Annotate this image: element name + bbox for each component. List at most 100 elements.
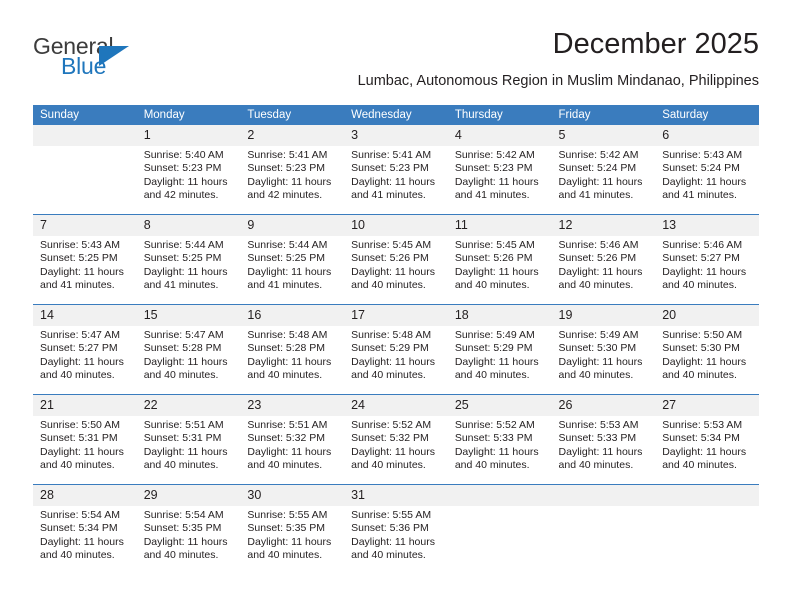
day-cell[interactable]: 10 Sunrise: 5:45 AM Sunset: 5:26 PM Dayl…	[344, 214, 448, 305]
sunrise-text: Sunrise: 5:51 AM	[143, 419, 224, 431]
daylight-text-line1: Daylight: 11 hours	[454, 355, 539, 368]
day-cell[interactable]: 30 Sunrise: 5:55 AM Sunset: 5:35 PM Dayl…	[240, 484, 345, 574]
day-info: Sunrise: 5:48 AM Sunset: 5:28 PM Dayligh…	[240, 326, 344, 383]
calendar-week-row: 21 Sunrise: 5:50 AM Sunset: 5:31 PM Dayl…	[33, 394, 759, 485]
daylight-text-line2: and 40 minutes.	[351, 459, 426, 472]
daylight-text-line1: Daylight: 11 hours	[247, 265, 332, 278]
daylight-text-line2: and 40 minutes.	[351, 279, 426, 292]
sunrise-text: Sunrise: 5:42 AM	[454, 149, 535, 161]
sunset-text: Sunset: 5:32 PM	[351, 432, 429, 445]
general-blue-logo[interactable]: General Blue	[33, 33, 213, 83]
day-cell[interactable]: 9 Sunrise: 5:44 AM Sunset: 5:25 PM Dayli…	[240, 214, 345, 305]
sunrise-text: Sunrise: 5:41 AM	[247, 149, 328, 161]
sunset-text: Sunset: 5:23 PM	[143, 162, 222, 175]
daylight-text-line2: and 40 minutes.	[247, 369, 323, 382]
day-info: Sunrise: 5:52 AM Sunset: 5:33 PM Dayligh…	[448, 416, 552, 473]
page-subtitle: Lumbac, Autonomous Region in Muslim Mind…	[357, 73, 759, 89]
day-info: Sunrise: 5:52 AM Sunset: 5:32 PM Dayligh…	[344, 416, 448, 473]
day-cell[interactable]: 4 Sunrise: 5:42 AM Sunset: 5:23 PM Dayli…	[447, 125, 552, 215]
daylight-text-line2: and 41 minutes.	[454, 189, 530, 202]
daylight-text-line1: Daylight: 11 hours	[351, 265, 435, 278]
day-cell[interactable]: 20 Sunrise: 5:50 AM Sunset: 5:30 PM Dayl…	[655, 304, 759, 395]
day-cell[interactable]: 27 Sunrise: 5:53 AM Sunset: 5:34 PM Dayl…	[655, 394, 759, 485]
day-number: 26	[551, 395, 656, 416]
day-info: Sunrise: 5:46 AM Sunset: 5:26 PM Dayligh…	[552, 236, 656, 293]
day-number: 15	[136, 305, 241, 326]
calendar-week-row: 1 Sunrise: 5:40 AM Sunset: 5:23 PM Dayli…	[33, 125, 759, 215]
daylight-text-line1: Daylight: 11 hours	[247, 175, 332, 188]
day-cell[interactable]	[447, 484, 552, 574]
day-cell[interactable]: 17 Sunrise: 5:48 AM Sunset: 5:29 PM Dayl…	[344, 304, 448, 395]
sunset-text: Sunset: 5:23 PM	[351, 162, 429, 175]
daylight-text-line2: and 40 minutes.	[662, 279, 737, 292]
day-cell[interactable]: 13 Sunrise: 5:46 AM Sunset: 5:27 PM Dayl…	[655, 214, 759, 305]
day-number: 12	[551, 215, 656, 236]
day-cell[interactable]: 26 Sunrise: 5:53 AM Sunset: 5:33 PM Dayl…	[551, 394, 656, 485]
daylight-text-line1: Daylight: 11 hours	[247, 445, 332, 458]
day-cell[interactable]	[551, 484, 656, 574]
day-number: 31	[344, 485, 448, 506]
daylight-text-line1: Daylight: 11 hours	[143, 355, 228, 368]
day-cell[interactable]	[655, 484, 759, 574]
sunrise-text: Sunrise: 5:40 AM	[143, 149, 224, 161]
sunrise-text: Sunrise: 5:53 AM	[662, 419, 743, 431]
day-info: Sunrise: 5:54 AM Sunset: 5:35 PM Dayligh…	[137, 506, 241, 563]
daylight-text-line1: Daylight: 11 hours	[662, 265, 747, 278]
day-cell[interactable]: 8 Sunrise: 5:44 AM Sunset: 5:25 PM Dayli…	[136, 214, 241, 305]
daylight-text-line2: and 40 minutes.	[454, 459, 530, 472]
daylight-text-line1: Daylight: 11 hours	[662, 445, 747, 458]
day-cell[interactable]: 29 Sunrise: 5:54 AM Sunset: 5:35 PM Dayl…	[136, 484, 241, 574]
sunset-text: Sunset: 5:30 PM	[662, 342, 740, 355]
day-info: Sunrise: 5:51 AM Sunset: 5:32 PM Dayligh…	[240, 416, 344, 473]
day-cell[interactable]: 25 Sunrise: 5:52 AM Sunset: 5:33 PM Dayl…	[447, 394, 552, 485]
day-cell[interactable]: 28 Sunrise: 5:54 AM Sunset: 5:34 PM Dayl…	[33, 484, 137, 574]
day-cell[interactable]: 31 Sunrise: 5:55 AM Sunset: 5:36 PM Dayl…	[344, 484, 448, 574]
day-cell[interactable]: 22 Sunrise: 5:51 AM Sunset: 5:31 PM Dayl…	[136, 394, 241, 485]
sunrise-text: Sunrise: 5:46 AM	[558, 239, 639, 251]
day-info: Sunrise: 5:49 AM Sunset: 5:30 PM Dayligh…	[552, 326, 656, 383]
day-cell[interactable]: 7 Sunrise: 5:43 AM Sunset: 5:25 PM Dayli…	[33, 214, 137, 305]
day-cell[interactable]: 24 Sunrise: 5:52 AM Sunset: 5:32 PM Dayl…	[344, 394, 448, 485]
day-cell[interactable]: 3 Sunrise: 5:41 AM Sunset: 5:23 PM Dayli…	[344, 125, 448, 215]
day-cell[interactable]: 23 Sunrise: 5:51 AM Sunset: 5:32 PM Dayl…	[240, 394, 345, 485]
day-info: Sunrise: 5:47 AM Sunset: 5:28 PM Dayligh…	[137, 326, 241, 383]
day-cell[interactable]: 19 Sunrise: 5:49 AM Sunset: 5:30 PM Dayl…	[551, 304, 656, 395]
day-cell[interactable]: 2 Sunrise: 5:41 AM Sunset: 5:23 PM Dayli…	[240, 125, 345, 215]
day-cell[interactable]: 18 Sunrise: 5:49 AM Sunset: 5:29 PM Dayl…	[447, 304, 552, 395]
day-cell[interactable]	[33, 125, 137, 215]
daylight-text-line2: and 40 minutes.	[662, 369, 737, 382]
day-number: 28	[33, 485, 137, 506]
sunrise-text: Sunrise: 5:44 AM	[247, 239, 328, 251]
sunset-text: Sunset: 5:33 PM	[558, 432, 637, 445]
daylight-text-line1: Daylight: 11 hours	[662, 355, 747, 368]
day-number: 21	[33, 395, 137, 416]
day-number: 5	[551, 125, 656, 146]
sunrise-text: Sunrise: 5:55 AM	[351, 509, 432, 521]
day-number: 29	[136, 485, 241, 506]
sunset-text: Sunset: 5:30 PM	[558, 342, 637, 355]
daylight-text-line1: Daylight: 11 hours	[558, 175, 643, 188]
day-cell[interactable]: 14 Sunrise: 5:47 AM Sunset: 5:27 PM Dayl…	[33, 304, 137, 395]
day-info: Sunrise: 5:55 AM Sunset: 5:36 PM Dayligh…	[344, 506, 448, 563]
daylight-text-line1: Daylight: 11 hours	[247, 535, 332, 548]
sunrise-text: Sunrise: 5:44 AM	[143, 239, 224, 251]
day-number: 22	[136, 395, 241, 416]
day-cell[interactable]: 16 Sunrise: 5:48 AM Sunset: 5:28 PM Dayl…	[240, 304, 345, 395]
daylight-text-line1: Daylight: 11 hours	[558, 445, 643, 458]
day-cell[interactable]: 21 Sunrise: 5:50 AM Sunset: 5:31 PM Dayl…	[33, 394, 137, 485]
day-cell[interactable]: 11 Sunrise: 5:45 AM Sunset: 5:26 PM Dayl…	[447, 214, 552, 305]
day-cell[interactable]: 6 Sunrise: 5:43 AM Sunset: 5:24 PM Dayli…	[655, 125, 759, 215]
daylight-text-line2: and 41 minutes.	[558, 189, 634, 202]
day-cell[interactable]: 1 Sunrise: 5:40 AM Sunset: 5:23 PM Dayli…	[136, 125, 241, 215]
calendar-week-row: 7 Sunrise: 5:43 AM Sunset: 5:25 PM Dayli…	[33, 214, 759, 305]
day-cell[interactable]: 15 Sunrise: 5:47 AM Sunset: 5:28 PM Dayl…	[136, 304, 241, 395]
calendar-container: Sunday Monday Tuesday Wednesday Thursday…	[33, 105, 759, 574]
day-info: Sunrise: 5:47 AM Sunset: 5:27 PM Dayligh…	[33, 326, 137, 383]
day-cell[interactable]: 12 Sunrise: 5:46 AM Sunset: 5:26 PM Dayl…	[551, 214, 656, 305]
daylight-text-line2: and 40 minutes.	[40, 369, 115, 382]
daylight-text-line1: Daylight: 11 hours	[143, 445, 228, 458]
day-info: Sunrise: 5:42 AM Sunset: 5:24 PM Dayligh…	[552, 146, 656, 203]
daylight-text-line1: Daylight: 11 hours	[40, 355, 124, 368]
day-cell[interactable]: 5 Sunrise: 5:42 AM Sunset: 5:24 PM Dayli…	[551, 125, 656, 215]
sunrise-text: Sunrise: 5:48 AM	[247, 329, 328, 341]
